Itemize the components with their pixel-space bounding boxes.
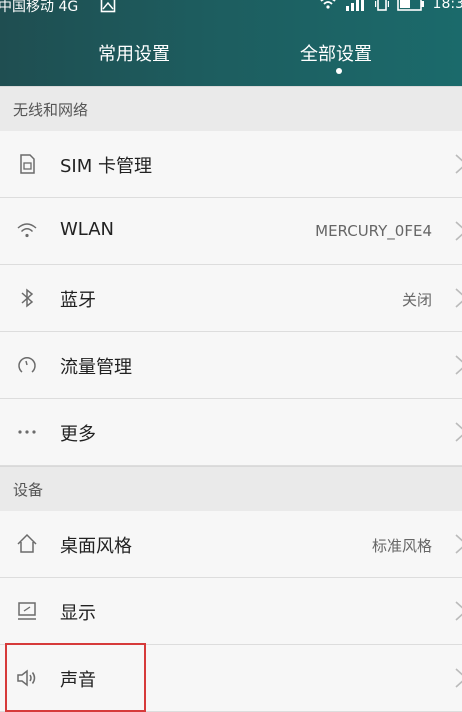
- battery-icon: [396, 0, 424, 11]
- chevron-right-icon: [455, 601, 462, 621]
- chevron-right-icon: [455, 154, 462, 174]
- settings-item-label: 显示: [60, 603, 96, 624]
- settings-item-label: WLAN: [60, 219, 115, 240]
- cellular-signal-icon: [345, 0, 364, 11]
- active-tab-indicator: [336, 68, 342, 74]
- settings-item-wlan[interactable]: WLAN MERCURY_0FE4: [0, 198, 462, 265]
- settings-item-display[interactable]: 显示: [0, 578, 462, 645]
- settings-item-label: 蓝牙: [60, 290, 96, 311]
- tab-all-settings[interactable]: 全部设置: [300, 40, 372, 66]
- settings-item-label: 桌面风格: [60, 536, 132, 557]
- chevron-right-icon: [455, 355, 462, 375]
- status-bar: 中国移动 4G 18:3: [0, 0, 462, 20]
- sim-card-icon: [20, 154, 35, 174]
- settings-item-sound[interactable]: 声音: [0, 645, 462, 712]
- settings-item-sim[interactable]: SIM 卡管理: [0, 131, 462, 198]
- settings-item-label: SIM 卡管理: [60, 156, 152, 177]
- wifi-icon: [17, 223, 37, 238]
- tab-common-settings[interactable]: 常用设置: [98, 40, 170, 66]
- settings-item-more[interactable]: 更多: [0, 399, 462, 466]
- chevron-right-icon: [455, 221, 462, 241]
- carrier-label: 中国移动 4G: [0, 0, 79, 15]
- chevron-right-icon: [455, 288, 462, 308]
- section-header-wireless: 无线和网络: [0, 86, 462, 132]
- header: 中国移动 4G 18:3 常用设置 全部设置: [0, 0, 462, 86]
- settings-item-label: 流量管理: [60, 357, 132, 378]
- vibrate-icon: [374, 0, 389, 11]
- chevron-right-icon: [455, 534, 462, 554]
- chevron-right-icon: [455, 422, 462, 442]
- settings-item-label: 声音: [60, 670, 96, 691]
- display-icon: [18, 602, 36, 620]
- settings-item-value: 关闭: [401, 291, 432, 309]
- home-icon: [17, 533, 37, 553]
- section-header-device: 设备: [0, 466, 462, 512]
- settings-tabs: 常用设置 全部设置: [0, 28, 462, 78]
- settings-item-home-style[interactable]: 桌面风格 标准风格: [0, 511, 462, 578]
- wifi-signal-icon: [319, 0, 336, 9]
- section-title: 无线和网络: [13, 101, 89, 119]
- settings-item-value: MERCURY_0FE4: [315, 222, 432, 240]
- settings-item-label: 更多: [60, 424, 96, 445]
- image-notification-icon: [100, 0, 116, 13]
- settings-item-data-usage[interactable]: 流量管理: [0, 332, 462, 399]
- speaker-icon: [17, 669, 36, 687]
- chevron-right-icon: [455, 668, 462, 688]
- settings-item-value: 标准风格: [371, 537, 432, 555]
- bluetooth-icon: [21, 288, 34, 308]
- more-icon: [18, 430, 36, 434]
- data-usage-icon: [18, 357, 36, 373]
- section-title: 设备: [13, 481, 44, 499]
- clock: 18:3: [432, 0, 462, 12]
- settings-item-bluetooth[interactable]: 蓝牙 关闭: [0, 265, 462, 332]
